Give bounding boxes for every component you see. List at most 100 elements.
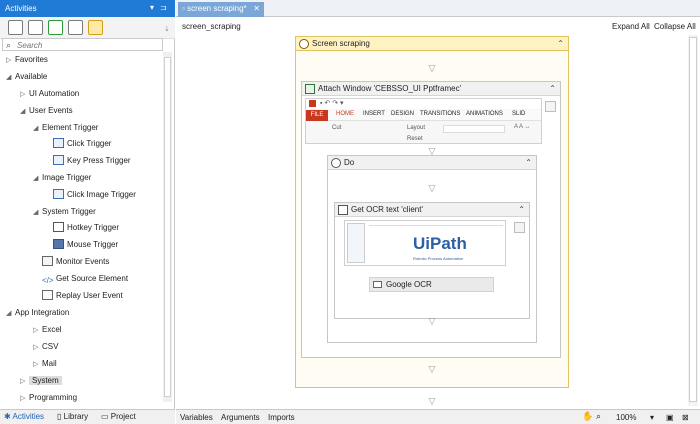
expand-arrow-icon[interactable]: ▷ — [33, 324, 42, 338]
ribbon-tabs: FILE HOME INSERT DESIGN TRANSITIONS ANIM… — [306, 110, 541, 121]
expand-arrow-icon[interactable]: ▷ — [20, 88, 29, 102]
fit-to-screen-icon[interactable]: ▣ — [666, 413, 674, 422]
collapse-icon[interactable]: ⌃ — [557, 37, 564, 51]
tree-item-monitor-events[interactable]: Monitor Events — [42, 255, 109, 269]
dropdown-icon[interactable]: ▾ — [150, 3, 154, 12]
search-icon: ⌕ — [6, 40, 12, 50]
tree-item-app-integration[interactable]: ◢ App Integration — [6, 306, 69, 320]
collapse-all-button[interactable]: Collapse All — [654, 22, 696, 31]
ocr-engine[interactable]: Google OCR — [369, 277, 494, 292]
ribbon-tab-design: DESIGN — [391, 111, 415, 117]
close-icon[interactable]: ✕ — [253, 4, 260, 13]
tree-item-click-trigger[interactable]: Click Trigger — [53, 137, 111, 151]
tree-item-get-source-element[interactable]: </> Get Source Element — [42, 272, 128, 286]
drop-arrow-icon[interactable]: ▽ — [427, 64, 437, 73]
tab-library[interactable]: ▯ Library — [57, 412, 88, 421]
expand-arrow-icon[interactable]: ▷ — [20, 375, 29, 389]
tree-item-mouse-trigger[interactable]: Mouse Trigger — [53, 238, 118, 252]
ribbon-tab-insert: INSERT — [363, 111, 385, 117]
expand-arrow-icon[interactable]: ▷ — [6, 54, 15, 68]
tab-activities[interactable]: ✱ Activities — [4, 412, 44, 421]
zoom-level[interactable]: 100% — [616, 413, 636, 422]
search-input[interactable] — [17, 41, 157, 50]
tree-item-favorites[interactable]: ▷ Favorites — [6, 53, 48, 67]
drop-arrow-icon[interactable]: ▽ — [427, 365, 437, 374]
designer-status-bar: Variables Arguments Imports ✋ ⌕ 100% ▾ ▣… — [176, 409, 700, 424]
collapse-all-icon[interactable] — [28, 20, 43, 35]
drop-arrow-icon[interactable]: ▽ — [427, 317, 437, 326]
tree-item-programming[interactable]: ▷ Programming — [20, 391, 77, 405]
library-icon: ▯ — [57, 412, 62, 421]
tree-item-system[interactable]: ▷ System — [20, 374, 62, 388]
expand-arrow-icon[interactable]: ▷ — [33, 341, 42, 355]
tree-item-system-trigger[interactable]: ◢ System Trigger — [33, 205, 96, 219]
toolbar-menu-icon[interactable]: ⇣ — [164, 25, 170, 33]
expand-all-icon[interactable] — [8, 20, 23, 35]
window-screenshot: ▪ ↶ ↷ ▾ FILE HOME INSERT DESIGN TRANSITI… — [305, 98, 542, 144]
collapse-icon[interactable]: ⌃ — [518, 203, 525, 217]
drop-arrow-icon[interactable]: ▽ — [427, 184, 437, 193]
activity-menu-icon[interactable] — [545, 101, 556, 112]
tree-item-csv[interactable]: ▷ CSV — [33, 340, 58, 354]
do-header[interactable]: Do ⌃ — [328, 156, 536, 170]
pin-icon[interactable]: ⊐ — [160, 3, 167, 12]
powerpoint-icon — [309, 100, 316, 107]
collapse-arrow-icon[interactable]: ◢ — [33, 172, 42, 186]
tree-item-image-trigger[interactable]: ◢ Image Trigger — [33, 171, 91, 185]
collapse-arrow-icon[interactable]: ◢ — [6, 71, 15, 85]
collapse-icon[interactable]: ⌃ — [549, 82, 556, 96]
tree-item-hotkey-trigger[interactable]: Hotkey Trigger — [53, 221, 119, 235]
attach-window-title: Attach Window 'CEBSSO_UI Pptframec' — [318, 84, 462, 93]
tab-variables[interactable]: Variables — [180, 413, 213, 422]
tab-imports[interactable]: Imports — [268, 413, 295, 422]
drop-arrow-icon[interactable]: ▽ — [427, 397, 437, 406]
expand-arrow-icon[interactable]: ▷ — [33, 358, 42, 372]
search-box[interactable]: ⌕ — [2, 38, 163, 51]
ribbon-tab-file: FILE — [306, 110, 328, 121]
tree-item-replay-user-event[interactable]: Replay User Event — [42, 289, 123, 303]
tree-item-key-press-trigger[interactable]: Key Press Trigger — [53, 154, 131, 168]
canvas-scroll-thumb[interactable] — [689, 37, 697, 402]
activity-menu-icon[interactable] — [514, 222, 525, 233]
expand-arrow-icon[interactable]: ▷ — [20, 392, 29, 406]
tree-item-user-events[interactable]: ◢ User Events — [20, 104, 73, 118]
zoom-dropdown-icon[interactable]: ▾ — [650, 413, 654, 422]
tree-label: User Events — [29, 106, 73, 115]
tab-label: Library — [63, 412, 89, 421]
breadcrumb[interactable]: screen_scraping — [182, 22, 241, 31]
attach-window-header[interactable]: Attach Window 'CEBSSO_UI Pptframec' ⌃ — [302, 82, 560, 96]
pan-icon[interactable]: ✋ — [582, 411, 593, 422]
tree-item-excel[interactable]: ▷ Excel — [33, 323, 62, 337]
tab-arguments[interactable]: Arguments — [221, 413, 260, 422]
tree-item-available[interactable]: ◢ Available — [6, 70, 47, 84]
ocr-target-screenshot: UiPath Robotic Process Automation — [344, 220, 506, 266]
collapse-arrow-icon[interactable]: ◢ — [20, 105, 29, 119]
overview-icon[interactable]: ⊠ — [682, 413, 689, 422]
tree-label: Replay User Event — [56, 291, 123, 300]
tree-label: App Integration — [15, 308, 70, 317]
expand-all-button[interactable]: Expand All — [612, 22, 650, 31]
search-icon[interactable]: ⌕ — [596, 411, 601, 422]
tab-project[interactable]: ▭ Project — [101, 412, 136, 421]
tree-item-ui-automation[interactable]: ▷ UI Automation — [20, 87, 79, 101]
activities-toolbar: ⇣ — [0, 17, 175, 39]
drop-arrow-icon[interactable]: ▽ — [427, 147, 437, 156]
tree-item-mail[interactable]: ▷ Mail — [33, 357, 57, 371]
collapse-arrow-icon[interactable]: ◢ — [6, 307, 15, 321]
click-trigger-icon — [53, 138, 64, 148]
font-box — [443, 125, 505, 133]
tree-scroll-thumb[interactable] — [164, 57, 171, 397]
filter-list-icon[interactable] — [68, 20, 83, 35]
show-all-icon[interactable] — [88, 20, 103, 35]
collapse-arrow-icon[interactable]: ◢ — [33, 206, 42, 220]
uipath-logo-text: UiPath — [413, 234, 467, 253]
keyboard-trigger-icon — [53, 155, 64, 165]
tree-item-element-trigger[interactable]: ◢ Element Trigger — [33, 121, 98, 135]
tab-screen-scraping[interactable]: ▫ screen scraping* ✕ — [178, 2, 264, 17]
collapse-icon[interactable]: ⌃ — [525, 156, 532, 170]
tree-item-click-image-trigger[interactable]: Click Image Trigger — [53, 188, 136, 202]
ocr-header[interactable]: Get OCR text 'client' ⌃ — [335, 203, 529, 217]
sequence-header[interactable]: Screen scraping ⌃ — [296, 37, 568, 51]
collapse-arrow-icon[interactable]: ◢ — [33, 122, 42, 136]
refresh-icon[interactable] — [48, 20, 63, 35]
